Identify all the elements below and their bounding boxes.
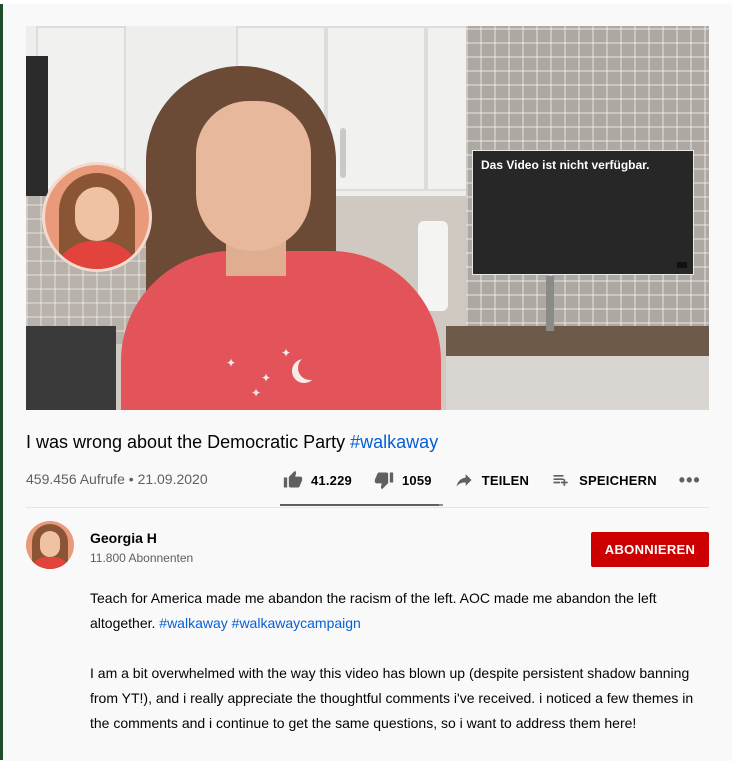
sentiment-bar (280, 504, 443, 506)
share-button[interactable]: TEILEN (454, 470, 529, 490)
share-label: TEILEN (481, 472, 530, 488)
video-title-text: I was wrong about the Democratic Party (26, 432, 346, 452)
playlist-add-icon (553, 475, 568, 486)
view-count: 459.456 Aufrufe (26, 471, 125, 487)
upload-date: 21.09.2020 (137, 471, 208, 487)
title-hashtag-link[interactable]: #walkaway (350, 432, 438, 452)
dislike-count: 1059 (401, 472, 432, 488)
video-title: I was wrong about the Democratic Party #… (26, 432, 438, 453)
channel-watermark-avatar[interactable] (42, 162, 152, 272)
save-label: SPEICHERN (579, 472, 657, 488)
section-divider (26, 507, 709, 508)
thumb-up-icon (283, 470, 303, 488)
share-icon (456, 474, 472, 487)
subscriber-count: 11.800 Abonnenten (90, 551, 194, 565)
subscribe-button[interactable]: ABONNIEREN (591, 532, 709, 567)
description-paragraph: Teach for America made me abandon the ra… (90, 586, 710, 636)
info-separator: • (124, 471, 138, 487)
channel-avatar[interactable] (26, 521, 74, 569)
thumb-down-icon (374, 472, 394, 490)
like-button[interactable]: 41.229 (283, 470, 352, 490)
video-description: Teach for America made me abandon the ra… (90, 586, 710, 761)
window-edge (0, 0, 3, 760)
video-info: 459.456 Aufrufe • 21.09.2020 (26, 471, 208, 487)
window-top-edge (0, 0, 732, 4)
channel-name[interactable]: Georgia H (90, 530, 157, 546)
description-paragraph-2: I am a bit overwhelmed with the way this… (90, 665, 694, 731)
video-player[interactable]: ✦ ✦ ✦ ✦ Das Video ist nicht verfügbar. (26, 26, 709, 410)
save-button[interactable]: SPEICHERN (551, 470, 657, 490)
hashtag-link-walkawaycampaign[interactable]: #walkawaycampaign (232, 615, 361, 631)
video-actions: 41.229 1059 TEILEN SPEICHERN ••• (283, 468, 723, 492)
more-actions-button[interactable]: ••• (679, 470, 701, 491)
unavailable-video-overlay: Das Video ist nicht verfügbar. (472, 150, 694, 275)
overlay-corner-icon (677, 262, 687, 268)
hashtag-link-walkaway[interactable]: #walkaway (159, 615, 227, 631)
unavailable-message: Das Video ist nicht verfügbar. (481, 158, 650, 172)
like-count: 41.229 (311, 472, 352, 488)
more-icon: ••• (678, 469, 701, 490)
dislike-button[interactable]: 1059 (374, 470, 432, 490)
sentiment-bar-fill (280, 504, 439, 506)
